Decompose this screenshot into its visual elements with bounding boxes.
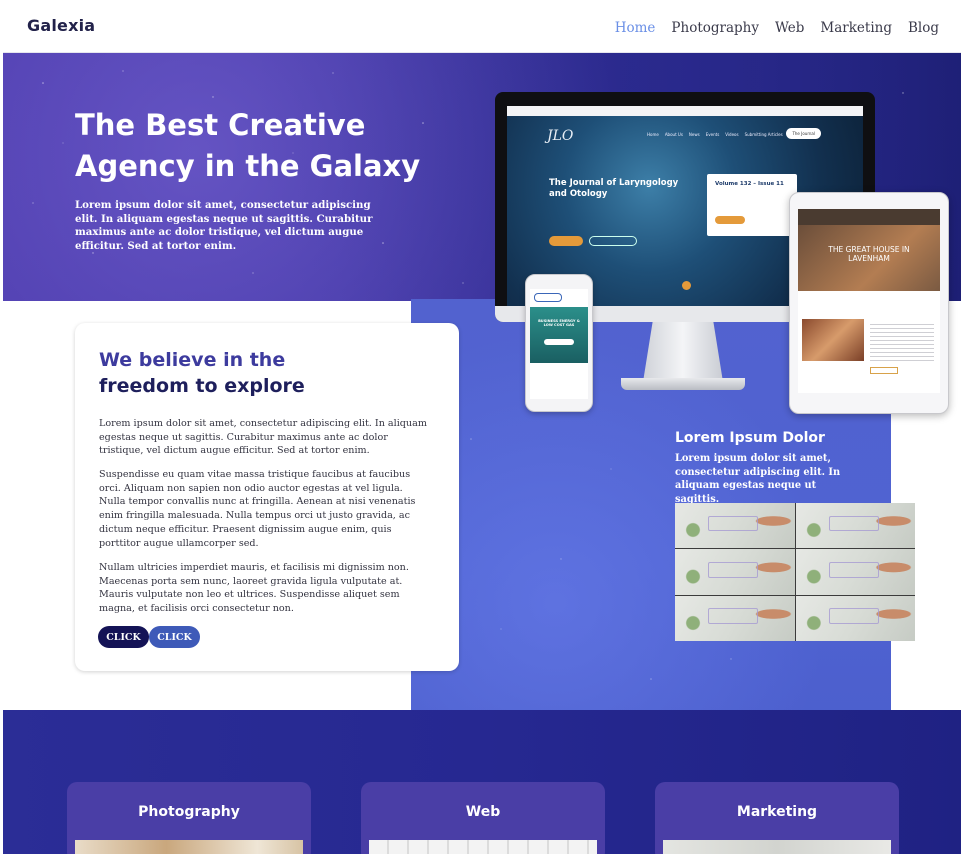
nav-web[interactable]: Web	[775, 20, 804, 36]
hero-title-line2: Agency in the Galaxy	[75, 149, 421, 183]
grid-image	[795, 549, 915, 595]
monitor-base	[621, 378, 745, 390]
tablet-frame: THE GREAT HOUSE IN LAVENHAM	[789, 192, 949, 414]
tablet-food-image	[802, 319, 864, 361]
service-card-web[interactable]: Web	[361, 782, 605, 854]
phone-hero-title: BUSINESS ENERGY & LOW COST GAS	[538, 319, 580, 327]
screen-volume-card: Volume 132 – Issue 11	[707, 174, 797, 236]
tablet-button	[870, 367, 898, 374]
screen-pill-1	[549, 236, 583, 246]
grid-image	[795, 503, 915, 549]
phone-logo	[534, 293, 562, 302]
tablet-header	[798, 209, 940, 225]
about-card: We believe in the freedom to explore Lor…	[75, 323, 459, 671]
hero-title-line1: The Best Creative	[75, 108, 366, 142]
card-paragraph-1: Lorem ipsum dolor sit amet, consectetur …	[99, 418, 427, 457]
phone-screen: BUSINESS ENERGY & LOW COST GAS	[530, 289, 588, 399]
grid-image	[675, 503, 795, 549]
tablet-text-lines	[870, 321, 934, 361]
phone-button	[544, 339, 574, 345]
tablet-screen: THE GREAT HOUSE IN LAVENHAM	[798, 209, 940, 393]
device-mockup-image: JLO Home About Us News Events Videos Submitti…	[493, 92, 953, 422]
screen-dot	[682, 281, 691, 290]
hero-title: The Best Creative Agency in the Galaxy	[75, 105, 455, 187]
service-card-marketing[interactable]: Marketing	[655, 782, 899, 854]
card-title: We believe in the freedom to explore	[99, 347, 419, 399]
tablet-hero-title: THE GREAT HOUSE IN LAVENHAM	[828, 245, 910, 263]
page: Galexia Home Photography Web Marketing B…	[3, 2, 961, 854]
card-title-line1: We believe in the	[99, 349, 286, 371]
screen-logo: JLO	[547, 128, 574, 144]
monitor-stand	[643, 322, 723, 382]
service-title-marketing: Marketing	[736, 804, 818, 820]
nav-home[interactable]: Home	[615, 20, 656, 36]
volume-button	[715, 216, 745, 224]
nav-marketing[interactable]: Marketing	[820, 20, 892, 36]
grid-image	[795, 595, 915, 641]
feature-image-grid	[675, 503, 915, 641]
service-title-photography: Photography	[138, 804, 240, 820]
screen-topbar	[507, 106, 863, 116]
service-image-web	[369, 840, 597, 854]
screen-pill-2	[589, 236, 637, 246]
brand-logo[interactable]: Galexia	[27, 16, 95, 35]
screen-title: The Journal of Laryngology and Otology	[549, 178, 679, 199]
feature-text: Lorem ipsum dolor sit amet, consectetur …	[675, 453, 841, 505]
grid-image	[675, 595, 795, 641]
card-paragraph-3: Nullam ultricies imperdiet mauris, et fa…	[99, 562, 409, 615]
service-image-photography	[75, 840, 303, 854]
click-button-dark[interactable]: CLICK	[98, 626, 149, 648]
nav-photography[interactable]: Photography	[671, 20, 759, 36]
volume-title: Volume 132 – Issue 11	[715, 181, 784, 187]
card-buttons: CLICK CLICK	[98, 626, 200, 648]
screen-journal-button: The Journal	[786, 128, 821, 139]
main-nav: Home Photography Web Marketing Blog	[615, 20, 939, 36]
click-button-blue[interactable]: CLICK	[149, 626, 200, 648]
nav-blog[interactable]: Blog	[908, 20, 939, 36]
service-title-web: Web	[465, 804, 501, 820]
service-image-marketing	[663, 840, 891, 854]
hero-text: Lorem ipsum dolor sit amet, consectetur …	[75, 199, 373, 252]
navbar: Galexia Home Photography Web Marketing B…	[3, 2, 961, 53]
phone-frame: BUSINESS ENERGY & LOW COST GAS	[525, 274, 593, 412]
screen-menu: Home About Us News Events Videos Submitting A…	[647, 132, 783, 137]
card-title-line2: freedom to explore	[99, 375, 305, 397]
feature-title: Lorem Ipsum Dolor	[675, 430, 825, 446]
card-paragraph-2: Suspendisse eu quam vitae massa tristiqu…	[99, 469, 416, 549]
grid-image	[675, 549, 795, 595]
phone-hero	[530, 307, 588, 363]
service-card-photography[interactable]: Photography	[67, 782, 311, 854]
